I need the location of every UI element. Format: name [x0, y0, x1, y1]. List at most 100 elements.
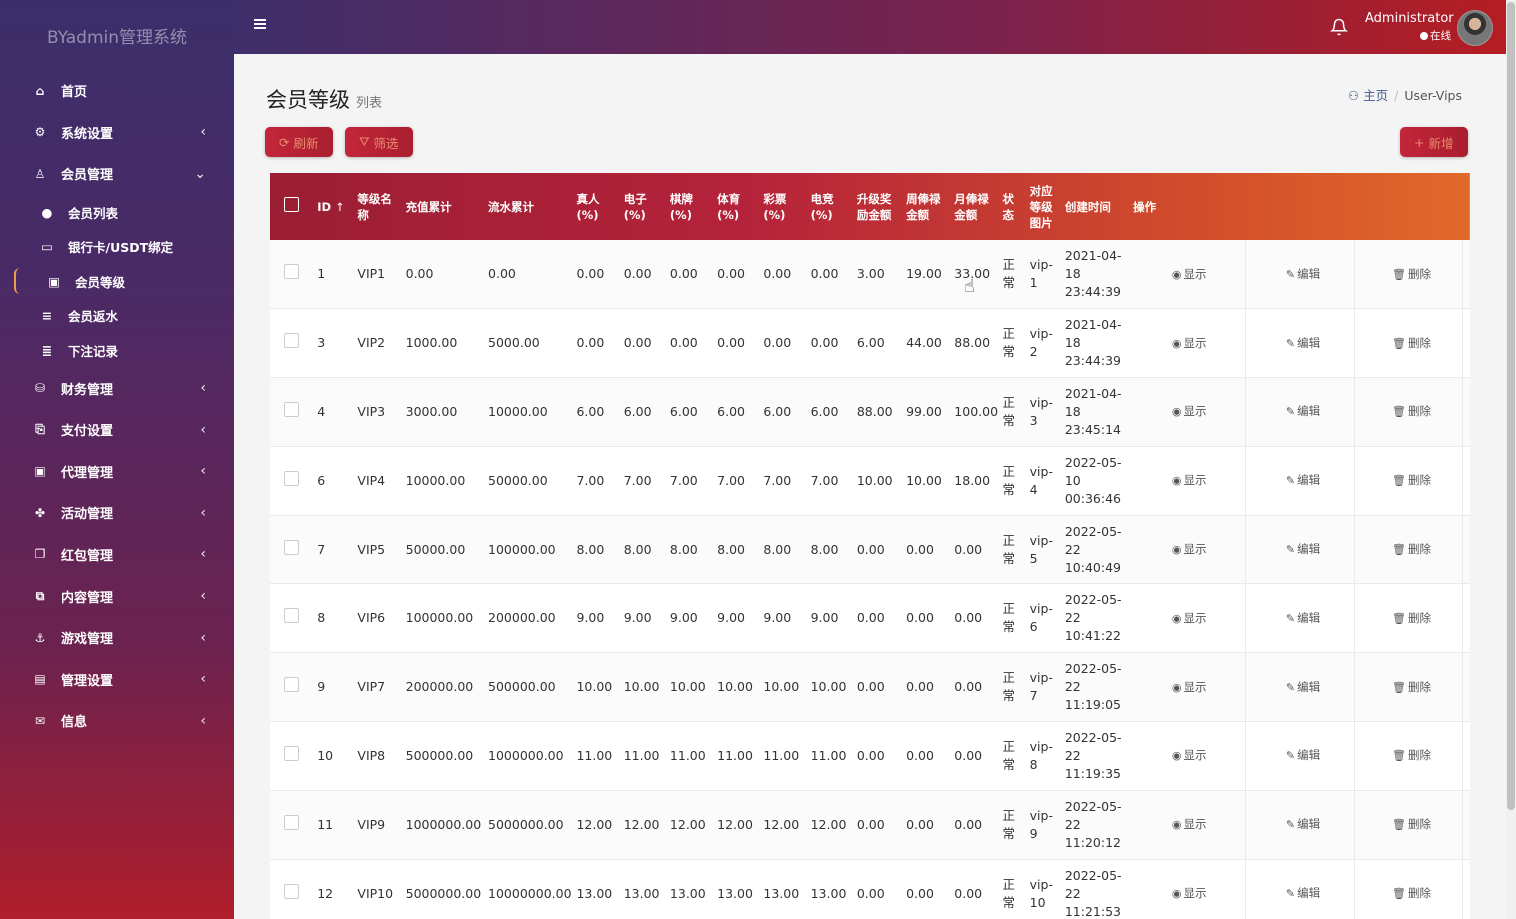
sidebar-item-database[interactable]: ⛁ 财务管理 ‹	[0, 367, 234, 409]
view-button[interactable]: ◉ 显示	[1127, 515, 1247, 584]
edit-button[interactable]: ✎ 编辑	[1245, 515, 1355, 584]
table-cell: 2022-05-10 00:36:46	[1064, 454, 1122, 506]
id-badge-icon: ▣	[34, 464, 46, 479]
delete-button[interactable]: 🗑 删除	[1354, 308, 1464, 378]
table-cell: 0.00	[810, 335, 839, 351]
delete-button[interactable]: 🗑 删除	[1354, 515, 1464, 584]
delete-button[interactable]: 🗑 删除	[1354, 377, 1464, 447]
table-cell: 0.00	[623, 266, 652, 282]
edit-button[interactable]: ✎ 编辑	[1245, 721, 1355, 791]
table-cell: 10.00	[623, 679, 660, 695]
delete-button[interactable]: 🗑 删除	[1354, 446, 1464, 516]
delete-button[interactable]: 🗑 删除	[1354, 240, 1464, 309]
delete-button[interactable]: 🗑 删除	[1354, 721, 1464, 791]
eye-icon: ◉	[1171, 611, 1182, 625]
page-scrollbar[interactable]	[1506, 0, 1516, 919]
row-checkbox[interactable]	[284, 883, 299, 899]
row-checkbox[interactable]	[284, 745, 299, 761]
view-button[interactable]: ◉ 显示	[1127, 240, 1247, 309]
row-checkbox[interactable]	[284, 333, 299, 349]
sidebar-item-copy[interactable]: ⧉ 内容管理 ‹	[0, 575, 234, 617]
row-select-cell	[270, 240, 311, 309]
sidebar-item-bookmark[interactable]: ⎘ 支付设置 ‹	[0, 409, 234, 451]
sidebar-item-home[interactable]: ⌂ 首页	[0, 70, 234, 112]
bell-icon[interactable]	[1330, 18, 1348, 36]
edit-button[interactable]: ✎ 编辑	[1245, 583, 1355, 653]
refresh-button[interactable]: ⟳ 刷新	[265, 127, 333, 157]
sidebar-item-address-card[interactable]: ▤ 管理设置 ‹	[0, 658, 234, 700]
sidebar-item-clone[interactable]: ❐ 红包管理 ‹	[0, 534, 234, 576]
delete-button[interactable]: 🗑 删除	[1354, 790, 1464, 860]
sidebar-item-anchor[interactable]: ⚓ 游戏管理 ‹	[0, 617, 234, 659]
delete-button[interactable]: 🗑 删除	[1354, 583, 1464, 653]
table-cell: 0.00	[488, 266, 516, 282]
scrollbar-thumb[interactable]	[1507, 2, 1515, 810]
edit-button[interactable]: ✎ 编辑	[1245, 308, 1355, 378]
edit-button[interactable]: ✎ 编辑	[1245, 377, 1355, 447]
sidebar-item-fan[interactable]: ✤ 活动管理 ‹	[0, 492, 234, 534]
row-checkbox[interactable]	[284, 264, 299, 280]
table-cell: 0.00	[576, 266, 605, 282]
view-button[interactable]: ◉ 显示	[1127, 652, 1247, 722]
row-checkbox[interactable]	[284, 608, 299, 624]
row-end	[1463, 859, 1470, 919]
row-checkbox[interactable]	[284, 401, 299, 417]
table-cell: 2022-05-22 11:20:12	[1064, 798, 1122, 850]
sidebar-subitem[interactable]: ● 会员列表	[0, 195, 234, 230]
sidebar-subitem[interactable]: ▭ 银行卡/USDT绑定	[0, 229, 234, 264]
row-select-cell	[270, 790, 311, 859]
table-cell: 6.00	[856, 335, 885, 351]
table-cell: 500000.00	[405, 747, 474, 763]
hamburger-menu-icon[interactable]	[254, 17, 266, 31]
avatar[interactable]	[1457, 10, 1493, 46]
edit-button[interactable]: ✎ 编辑	[1245, 446, 1355, 516]
view-button[interactable]: ◉ 显示	[1127, 721, 1247, 791]
view-button[interactable]: ◉ 显示	[1127, 859, 1247, 919]
row-checkbox[interactable]	[284, 539, 299, 555]
sidebar-item-gears[interactable]: ⚙ 系统设置 ‹	[0, 112, 234, 154]
table-cell: 6.00	[810, 403, 839, 419]
delete-button[interactable]: 🗑 删除	[1354, 652, 1464, 722]
sort-asc-icon[interactable]: ↑	[335, 200, 345, 214]
pencil-icon: ✎	[1285, 611, 1296, 625]
view-button[interactable]: ◉ 显示	[1127, 790, 1247, 860]
delete-button[interactable]: 🗑 删除	[1354, 859, 1464, 919]
sidebar-item-comments[interactable]: ✉ 信息 ‹	[0, 700, 234, 742]
table-cell: 12.00	[717, 816, 753, 832]
filter-button[interactable]: ⛛ 筛选	[345, 127, 413, 157]
table-cell: 正常	[1002, 394, 1016, 428]
id-card-icon: ▣	[48, 273, 60, 289]
column-header[interactable]: ID ↑	[311, 173, 351, 240]
table-cell: 0.00	[954, 541, 983, 557]
row-select-cell	[270, 378, 311, 447]
edit-button[interactable]: ✎ 编辑	[1245, 240, 1355, 309]
view-button[interactable]: ◉ 显示	[1127, 583, 1247, 653]
brand-logo[interactable]: BYadmin管理系统	[0, 0, 234, 70]
edit-button[interactable]: ✎ 编辑	[1245, 652, 1355, 722]
view-button[interactable]: ◉ 显示	[1127, 377, 1247, 447]
row-checkbox[interactable]	[284, 470, 299, 486]
plus-icon: +	[1414, 134, 1425, 150]
view-button[interactable]: ◉ 显示	[1127, 446, 1247, 516]
user-menu[interactable]: Administrator 在线	[1365, 11, 1454, 43]
sidebar-item-user[interactable]: ♙ 会员管理 ⌄	[0, 153, 234, 195]
sidebar-subitem[interactable]: ≡ 会员返水	[0, 298, 234, 333]
breadcrumb-home[interactable]: ⚇ 主页	[1348, 88, 1388, 103]
row-checkbox[interactable]	[284, 677, 299, 693]
select-all-checkbox[interactable]	[284, 197, 299, 212]
row-select-cell	[270, 309, 311, 378]
edit-button[interactable]: ✎ 编辑	[1245, 790, 1355, 860]
list-icon: ≡	[41, 308, 53, 324]
sidebar-item-id-badge[interactable]: ▣ 代理管理 ‹	[0, 450, 234, 492]
chevron-icon: ‹	[200, 712, 206, 729]
row-checkbox[interactable]	[284, 814, 299, 830]
table-cell: 5000000.00	[405, 885, 482, 901]
add-button[interactable]: + 新增	[1400, 127, 1468, 157]
chevron-icon: ‹	[200, 463, 206, 480]
sidebar-subitem[interactable]: ≣ 下注记录	[0, 333, 234, 368]
view-button[interactable]: ◉ 显示	[1127, 308, 1247, 378]
edit-button[interactable]: ✎ 编辑	[1245, 859, 1355, 919]
sidebar-subitem[interactable]: ▣ 会员等级	[0, 264, 234, 299]
table-cell: 8.00	[717, 541, 745, 557]
chevron-icon: ‹	[200, 629, 206, 646]
